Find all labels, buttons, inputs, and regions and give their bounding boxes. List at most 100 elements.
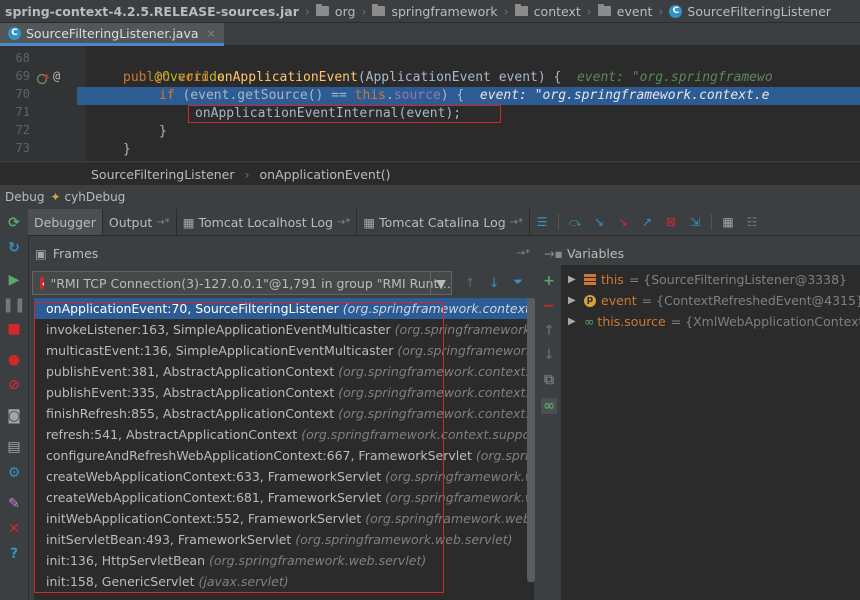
breadcrumb-org[interactable]: org <box>312 4 360 19</box>
breadcrumb-event[interactable]: event <box>594 4 657 19</box>
folder-icon <box>514 4 528 16</box>
line-number: 73 <box>15 141 30 155</box>
line-number: 69 <box>15 69 30 83</box>
breadcrumb-jar[interactable]: spring-context-4.2.5.RELEASE-sources.jar <box>0 4 303 19</box>
frames-icon: ▣ <box>35 245 47 261</box>
run-to-cursor-icon[interactable]: ⇲ <box>687 214 703 230</box>
frame-package: (org.springfram <box>475 448 534 463</box>
variable-row[interactable]: ▶ p event = {ContextRefreshedEvent@4315}… <box>562 290 860 311</box>
code-editor[interactable]: 68 69 70 71 72 73 @ @Override public voi… <box>0 46 860 161</box>
watch-icon: ∞ <box>584 314 595 329</box>
help-icon[interactable]: ? <box>6 546 22 562</box>
layout-icon[interactable]: ▤ <box>6 439 22 455</box>
folder-icon <box>372 4 386 16</box>
tab-sourcefilteringlistener[interactable]: C SourceFilteringListener.java × <box>0 23 224 46</box>
tab-tomcat-localhost-log[interactable]: ▦ Tomcat Localhost Log →* <box>177 209 358 235</box>
close-icon[interactable]: × <box>207 27 216 40</box>
breadcrumb-separator: › <box>361 3 367 19</box>
line-number: 70 <box>15 87 30 101</box>
resume-icon[interactable]: ▶ <box>6 272 22 288</box>
add-watch-icon[interactable]: + <box>541 273 557 289</box>
chevron-down-icon[interactable]: ▼ <box>430 272 451 294</box>
tab-debugger[interactable]: Debugger <box>28 209 103 235</box>
parameter-icon: p <box>584 294 596 307</box>
inline-debug-hint: event: "org.springframework.context.e <box>479 88 770 103</box>
gear-icon[interactable]: ⚙ <box>6 465 22 481</box>
code-line-69: public void onApplicationEvent(Applicati… <box>123 70 773 85</box>
editor-breadcrumb: SourceFilteringListener › onApplicationE… <box>0 162 860 185</box>
camera-icon[interactable]: ◙ <box>6 408 22 424</box>
frames-scrollbar[interactable] <box>527 298 535 582</box>
trace-icon[interactable]: ☷ <box>744 214 760 230</box>
code-line-72: } <box>159 124 167 139</box>
breadcrumb-class[interactable]: SourceFilteringListener <box>91 167 235 182</box>
pause-icon[interactable]: ❚❚ <box>2 297 25 313</box>
breadcrumb-separator: › <box>503 3 509 19</box>
view-breakpoints-icon[interactable]: ● <box>6 352 22 368</box>
tab-tomcat-catalina-log[interactable]: ▦ Tomcat Catalina Log →* <box>357 209 531 235</box>
restart-icon[interactable]: ↻ <box>6 240 22 256</box>
breadcrumb-method[interactable]: onApplicationEvent() <box>260 167 391 182</box>
stop-icon[interactable]: ■ <box>6 321 22 337</box>
debug-config-tab[interactable]: cyhDebug <box>65 190 126 204</box>
variable-row[interactable]: ▶ this = {SourceFilteringListener@3338} <box>562 269 847 290</box>
debug-tool-window-header: Debug ✦ cyhDebug <box>0 186 860 208</box>
object-icon <box>584 273 596 286</box>
expand-icon[interactable]: ▶ <box>568 311 578 332</box>
rerun-icon[interactable]: ⟳ <box>6 215 22 231</box>
frames-title: Frames <box>52 245 99 261</box>
line-number: 71 <box>15 105 30 119</box>
move-down-icon[interactable]: ↓ <box>541 347 557 363</box>
filter-icon[interactable]: ⏷ <box>513 274 523 290</box>
breadcrumb-class[interactable]: C SourceFilteringListener <box>665 4 835 19</box>
variables-tree[interactable]: ▶ this = {SourceFilteringListener@3338} … <box>562 265 860 600</box>
breadcrumb-separator: › <box>244 166 250 182</box>
watches-toggle-icon[interactable]: ∞ <box>541 398 557 414</box>
variable-row[interactable]: ▶ ∞ this.source = {XmlWebApplicationCont… <box>562 311 860 332</box>
step-out-icon[interactable]: ↗ <box>639 214 655 230</box>
expand-icon[interactable]: ▶ <box>568 269 578 290</box>
thread-suspended-icon <box>40 277 45 289</box>
log-icon: ▦ <box>182 214 195 230</box>
step-over-icon[interactable]: ⤼ <box>567 214 583 230</box>
breadcrumb-context[interactable]: context <box>511 4 585 19</box>
variables-panel-header: →▪ Variables <box>540 242 860 264</box>
toolbar-divider <box>558 214 560 230</box>
show-execution-point-icon[interactable]: ☰ <box>534 214 550 230</box>
move-up-icon[interactable]: ↑ <box>541 323 557 339</box>
tab-label: SourceFilteringListener.java <box>26 25 199 41</box>
class-icon: C <box>669 4 683 18</box>
remove-watch-icon[interactable]: − <box>541 298 557 314</box>
debugger-tab-bar: Debugger Output →* ▦ Tomcat Localhost Log →… <box>28 209 860 236</box>
toolbar-divider <box>711 214 713 230</box>
drop-frame-icon[interactable]: ⊠ <box>663 214 679 230</box>
editor-tab-bar: C SourceFilteringListener.java × <box>0 23 860 46</box>
evaluate-expression-icon[interactable]: ▦ <box>720 214 736 230</box>
frame-down-icon[interactable]: ↓ <box>489 275 499 290</box>
tab-output[interactable]: Output →* <box>103 209 177 235</box>
force-step-into-icon[interactable]: ↘ <box>615 214 631 230</box>
folder-icon <box>315 4 329 16</box>
code-line-70: if (event.getSource() == this.source) { … <box>159 88 770 103</box>
step-into-icon[interactable]: ↘ <box>591 214 607 230</box>
copy-icon[interactable]: ⧉ <box>541 372 557 388</box>
close-icon[interactable]: ✕ <box>6 521 22 537</box>
arrow-icon: →* <box>156 216 170 228</box>
debug-left-toolbar: ⟳ ↻ ▶ ❚❚ ■ ● ⊘ ◙ ▤ ⚙ ✎ ✕ ? <box>0 209 29 600</box>
arrow-icon[interactable]: →* <box>517 248 530 259</box>
editor-gutter[interactable]: 68 69 70 71 72 73 @ <box>0 46 86 161</box>
implements-method-icon[interactable] <box>36 72 50 86</box>
mute-breakpoints-icon[interactable]: ⊘ <box>6 377 22 393</box>
breadcrumb-separator: › <box>586 3 592 19</box>
breadcrumb-separator: › <box>304 3 310 19</box>
thread-selector[interactable]: "RMI TCP Connection(3)-127.0.0.1"@1,791 … <box>32 271 452 295</box>
inline-debug-hint: event: "org.springframewo <box>576 70 773 85</box>
breadcrumb-separator: › <box>658 3 664 19</box>
class-icon: C <box>8 26 21 40</box>
pin-icon[interactable]: ✎ <box>6 496 22 512</box>
folder-icon <box>597 4 611 16</box>
breadcrumb-springframework[interactable]: springframework <box>368 4 501 19</box>
override-marker-icon[interactable]: @ <box>53 69 60 83</box>
expand-icon[interactable]: ▶ <box>568 290 578 311</box>
frame-up-icon[interactable]: ↑ <box>465 275 475 290</box>
